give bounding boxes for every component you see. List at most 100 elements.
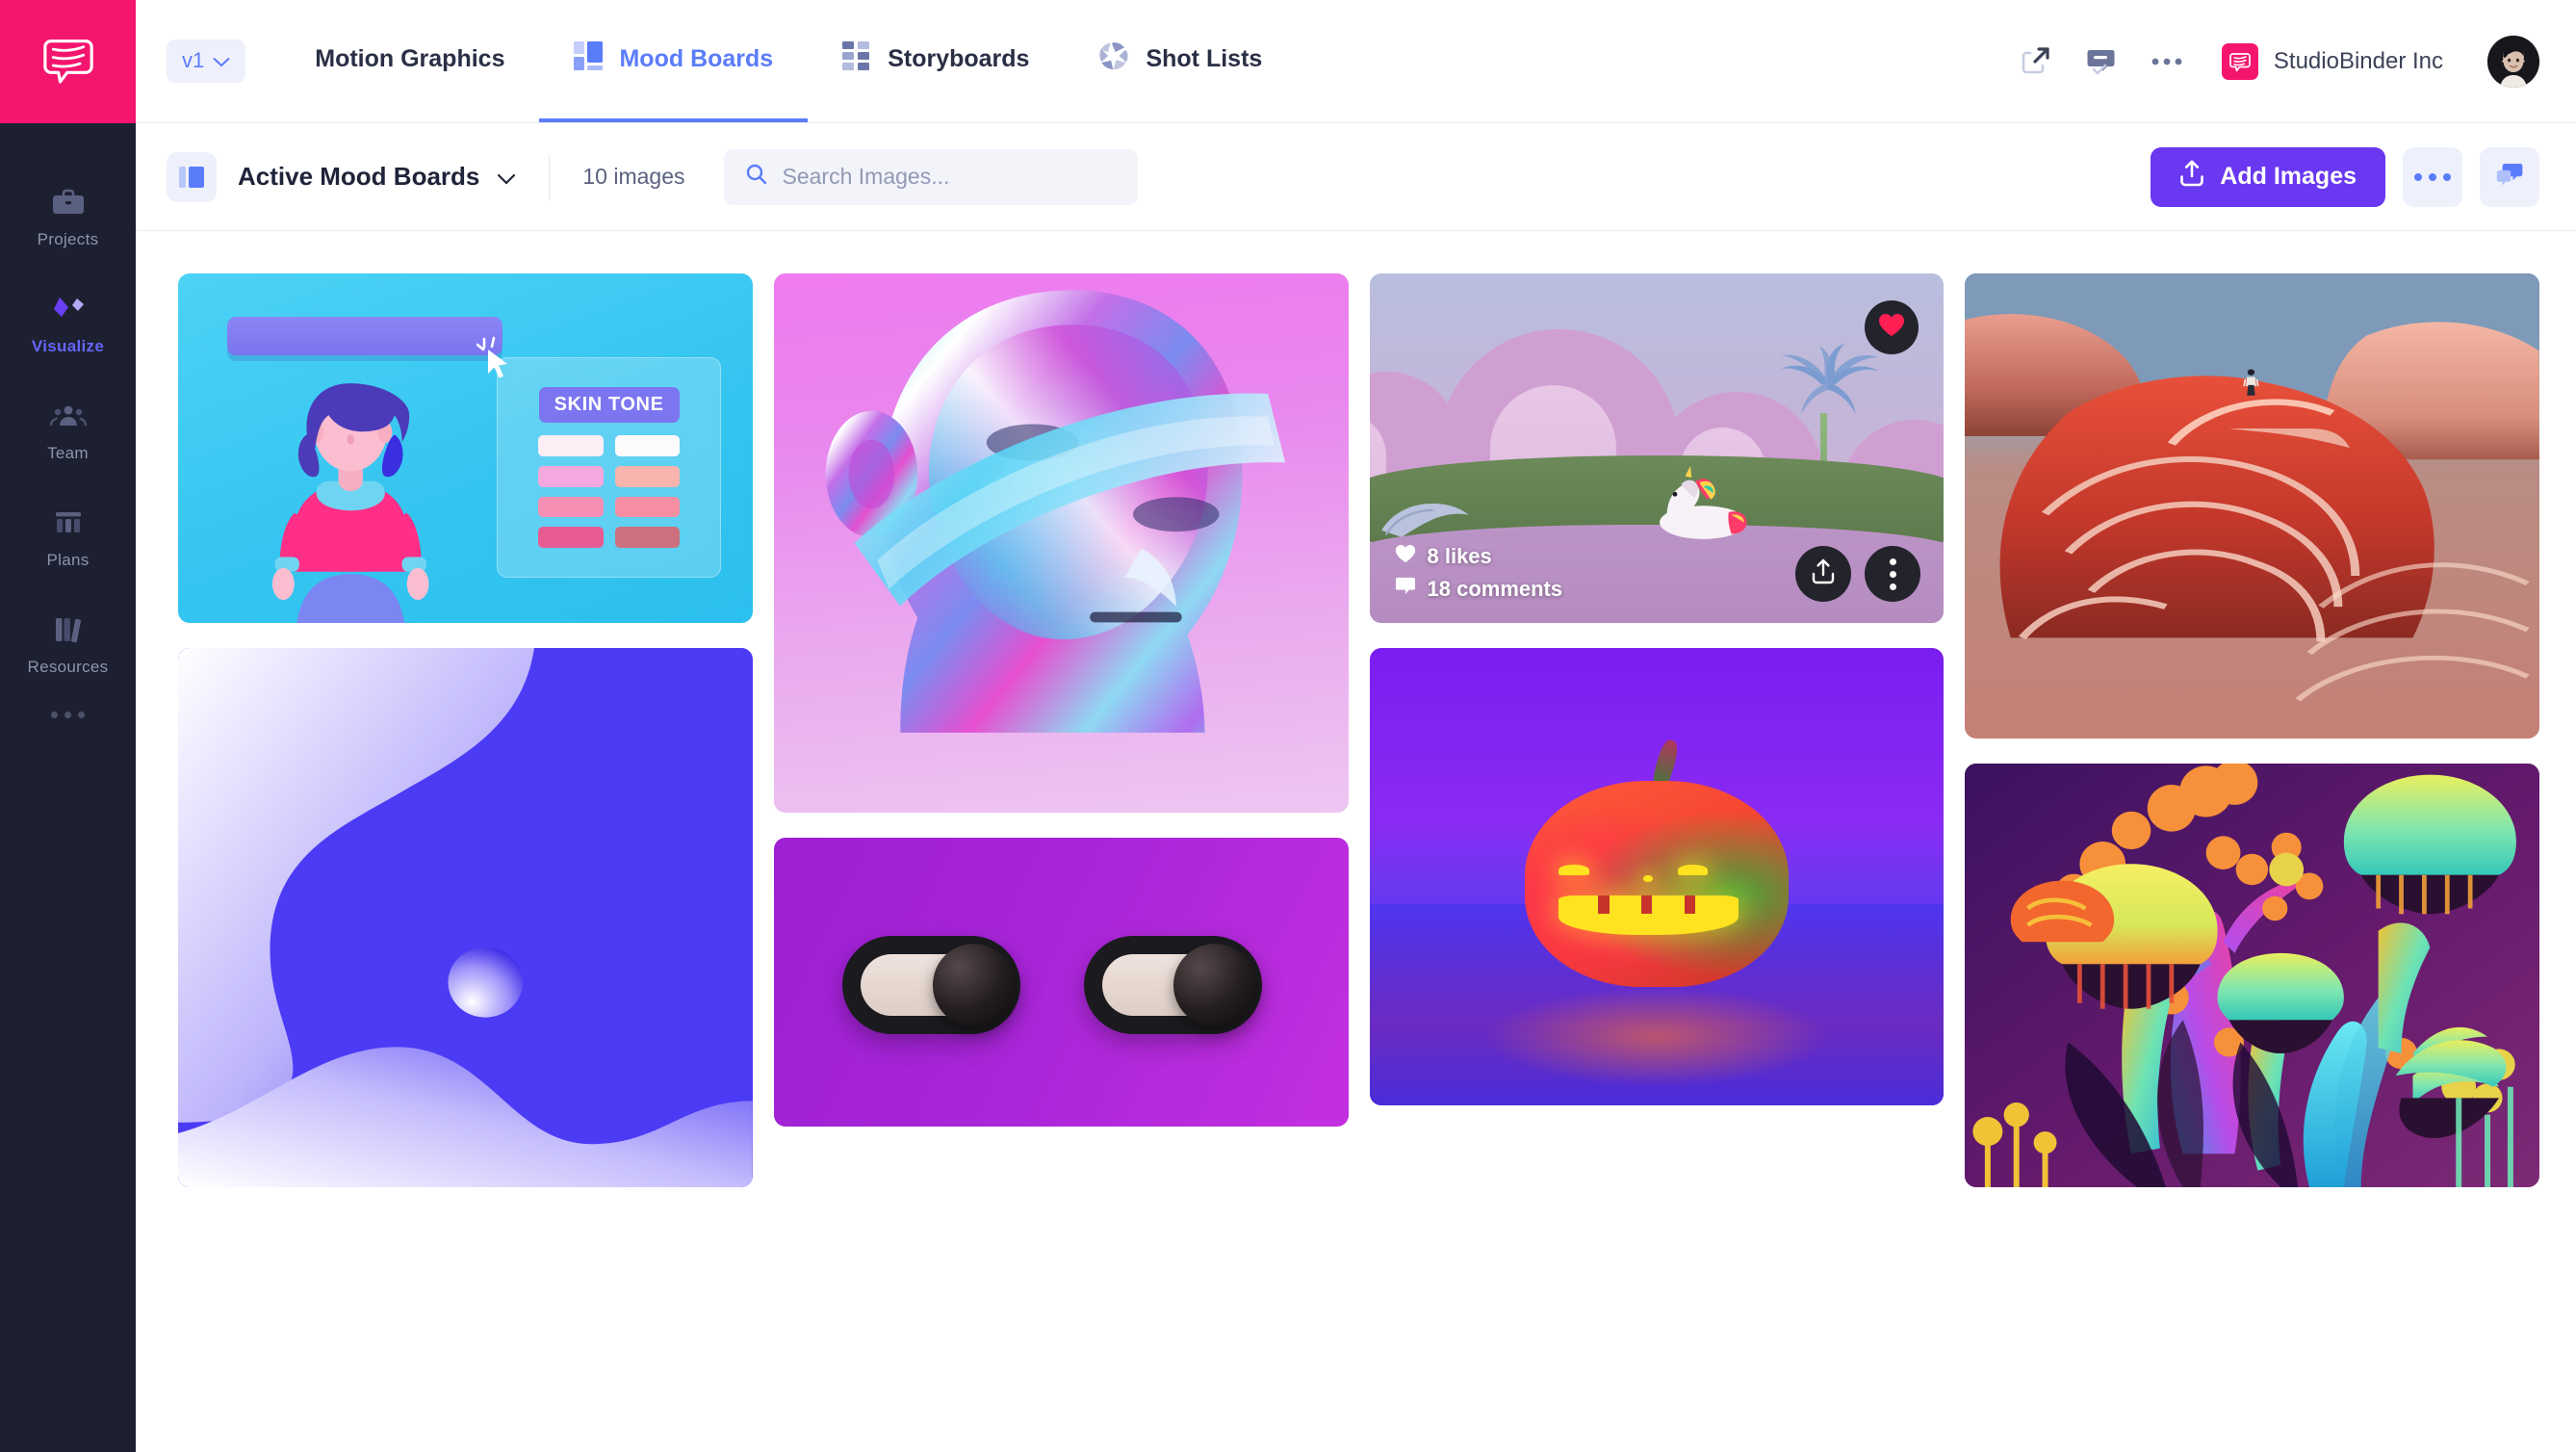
sidebar-item-plans[interactable]: Plans [0,484,136,591]
add-images-label: Add Images [2220,163,2357,190]
share-icon[interactable] [2020,45,2052,78]
skin-tone-panel: SKIN TONE [497,357,721,578]
swatch [537,496,604,518]
glow-reflection [1483,986,1829,1087]
blue-liquid-abstract-card[interactable] [178,648,753,1187]
swatch [537,435,604,456]
skin-tone-title: SKIN TONE [538,386,680,423]
tab-storyboards[interactable]: Storyboards [808,0,1064,122]
board-comments-button[interactable] [2480,146,2539,207]
swatch [537,465,604,487]
coral-landscape-card[interactable] [1965,273,2539,739]
likes-row: 8 likes [1395,544,1563,569]
ui-bar-graphic [226,317,503,356]
gallery-column: 8 likes 18 comments [1369,273,1945,1105]
board-panel-icon[interactable] [167,151,217,202]
briefcase-icon [50,183,87,221]
pink-arches-pool-card[interactable]: 8 likes 18 comments [1369,273,1945,623]
skin-tone-palette-card[interactable]: SKIN TONE [178,273,753,623]
share-up-icon [1811,558,1836,590]
org-name: StudioBinder Inc [2273,47,2443,74]
card-more-button[interactable] [1865,546,1921,602]
swatch [614,527,681,548]
tab-mood-boards[interactable]: Mood Boards [539,0,809,122]
lounge-chair-graphic [1380,504,1469,537]
swatch [614,465,681,487]
tab-label: Mood Boards [619,45,774,72]
toggle-switch-graphic [842,936,1021,1034]
artwork [773,838,1349,1127]
chrome-head-card[interactable] [773,273,1349,813]
add-images-button[interactable]: Add Images [2151,146,2385,207]
artwork [1965,273,2539,739]
likes-count: 8 likes [1427,544,1492,568]
sidebar-item-label: Resources [27,658,109,676]
card-actions [1795,546,1921,602]
comments-icon [2495,161,2524,193]
upload-icon [2179,160,2204,194]
more-dots-icon [2414,172,2451,181]
toolbar-actions: Add Images [2151,146,2539,207]
moodboard-icon [574,41,604,77]
swatch [614,496,681,518]
gallery-column [1965,273,2539,1187]
organization-switcher[interactable]: StudioBinder Inc [2221,42,2443,80]
comment-approve-icon[interactable] [2085,45,2118,78]
aperture-icon [1098,40,1129,78]
card-meta: 8 likes 18 comments [1395,544,1563,602]
heart-icon [1395,544,1416,569]
mood-board-gallery: SKIN TONE 8 likes 18 comments [136,231,2576,1452]
board-toolbar: Active Mood Boards 10 images Search Imag… [136,123,2576,231]
swatch [537,527,604,548]
more-dots-icon [51,712,58,718]
image-count: 10 images [582,164,685,189]
sidebar-items: Projects Visualize Team Plans Resources [0,123,136,718]
sidebar-item-label: Plans [46,551,90,569]
sidebar-item-projects[interactable]: Projects [0,164,136,271]
tab-label: Motion Graphics [315,45,505,72]
board-selector[interactable]: Active Mood Boards [238,162,516,192]
avatar[interactable] [2487,35,2539,88]
share-button[interactable] [1795,546,1852,602]
storyboard-icon [842,41,871,77]
sidebar-item-visualize[interactable]: Visualize [0,271,136,377]
diamonds-icon [47,290,90,328]
like-button[interactable] [1865,300,1919,354]
toggle-switches-card[interactable] [773,838,1349,1127]
search-images[interactable] [723,148,1138,205]
version-selector[interactable]: v1 [167,39,246,83]
top-bar-actions: StudioBinder Inc [2020,0,2539,122]
chevron-down-icon [497,162,516,192]
person-silhouette [2243,369,2259,396]
sidebar-item-resources[interactable]: Resources [0,591,136,698]
tab-motion-graphics[interactable]: Motion Graphics [280,0,539,122]
artwork [1965,764,2539,1187]
more-vertical-icon [1889,557,1896,590]
artwork: SKIN TONE [178,273,753,623]
neon-mushrooms-card[interactable] [1965,764,2539,1187]
books-icon [51,610,86,649]
artwork [773,273,1349,813]
skin-tone-swatches [537,435,681,548]
tab-shot-lists[interactable]: Shot Lists [1064,0,1297,122]
gallery-column [773,273,1349,1127]
comment-icon [1395,577,1416,602]
board-name-label: Active Mood Boards [238,162,480,191]
search-input[interactable] [782,164,1117,190]
version-label: v1 [182,48,205,72]
pumpkin-body [1524,780,1790,987]
gallery-column: SKIN TONE [178,273,753,1187]
app-logo[interactable] [0,0,136,123]
sidebar-item-label: Projects [37,230,99,248]
chevron-down-icon [213,48,230,73]
divider [549,153,551,200]
tab-label: Storyboards [888,45,1030,72]
speech-bubble-logo-icon [40,32,96,92]
search-icon [745,163,768,191]
artwork [178,648,753,1187]
neon-pumpkin-card[interactable] [1369,648,1945,1105]
sidebar-item-team[interactable]: Team [0,377,136,484]
sidebar-more-button[interactable] [0,698,136,718]
more-dots-icon[interactable] [2151,57,2183,66]
board-more-button[interactable] [2403,146,2462,207]
